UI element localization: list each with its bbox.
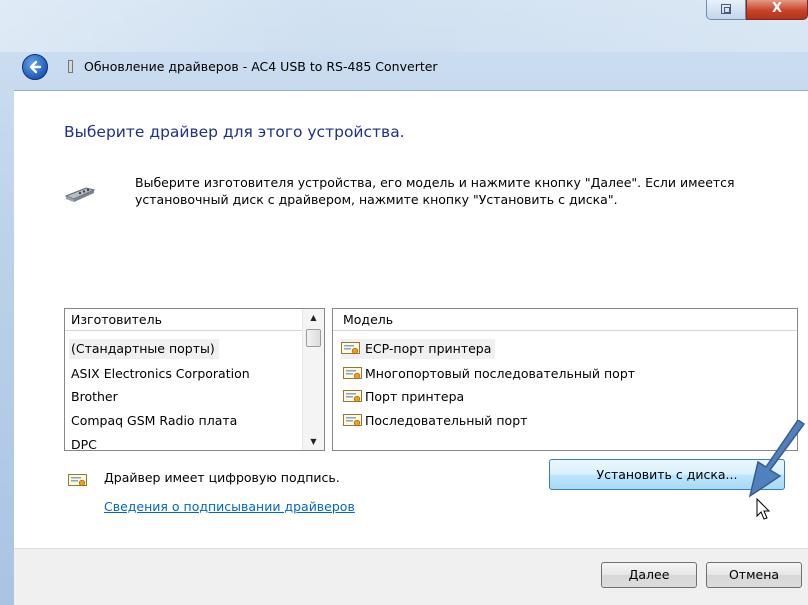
- scroll-up-icon[interactable]: ▲: [303, 309, 324, 326]
- certificate-icon: [341, 342, 360, 355]
- signature-status: Драйвер имеет цифровую подпись.: [104, 470, 340, 485]
- device-small-icon: [68, 60, 73, 73]
- device-cable-icon: [64, 187, 96, 202]
- manufacturer-item[interactable]: Compaq GSM Radio плата: [71, 411, 237, 431]
- certificate-icon: [343, 414, 362, 427]
- manufacturer-list[interactable]: Изготовитель (Стандартные порты) ASIX El…: [64, 308, 325, 451]
- back-arrow-icon: [29, 60, 42, 74]
- model-item-label: ECP-порт принтера: [365, 341, 492, 356]
- manufacturer-scrollbar[interactable]: ▲ ▼: [302, 309, 324, 450]
- model-item[interactable]: ECP-порт принтера: [341, 339, 496, 359]
- model-list[interactable]: Модель ECP-порт принтера Многопортовый п…: [332, 308, 798, 451]
- certificate-icon: [68, 474, 87, 487]
- model-header: Модель: [333, 309, 797, 331]
- mouse-pointer-icon: [756, 498, 771, 520]
- page-heading: Выберите драйвер для этого устройства.: [64, 123, 405, 141]
- window-title: Обновление драйверов - AC4 USB to RS-485…: [84, 59, 438, 74]
- scroll-thumb[interactable]: [306, 329, 321, 347]
- close-button[interactable]: X: [746, 0, 808, 20]
- restore-button[interactable]: [706, 0, 746, 20]
- scroll-down-icon[interactable]: ▼: [303, 433, 324, 450]
- model-item-label: Последовательный порт: [365, 413, 528, 428]
- manufacturer-item[interactable]: ASIX Electronics Corporation: [71, 364, 250, 384]
- certificate-icon: [343, 367, 362, 380]
- restore-icon: [721, 4, 731, 14]
- instructions-text: Выберите изготовителя устройства, его мо…: [135, 175, 735, 207]
- manufacturer-header: Изготовитель: [65, 309, 302, 331]
- model-item[interactable]: Последовательный порт: [343, 411, 527, 431]
- driver-signing-link[interactable]: Сведения о подписывании драйверов: [104, 499, 355, 514]
- model-item-label: Порт принтера: [365, 389, 465, 404]
- model-item[interactable]: Многопортовый последовательный порт: [343, 364, 635, 384]
- manufacturer-item[interactable]: Brother: [71, 387, 118, 407]
- title-bar: [0, 0, 808, 52]
- manufacturer-item[interactable]: DPC: [71, 435, 97, 450]
- model-item[interactable]: Порт принтера: [343, 387, 464, 407]
- model-item-label: Многопортовый последовательный порт: [365, 366, 636, 381]
- certificate-icon: [343, 390, 362, 403]
- manufacturer-item[interactable]: (Стандартные порты): [69, 339, 219, 359]
- cancel-button[interactable]: Отмена: [706, 562, 802, 588]
- annotation-arrow-icon: [748, 420, 806, 498]
- back-button[interactable]: [22, 54, 48, 80]
- next-button[interactable]: Далее: [601, 562, 697, 588]
